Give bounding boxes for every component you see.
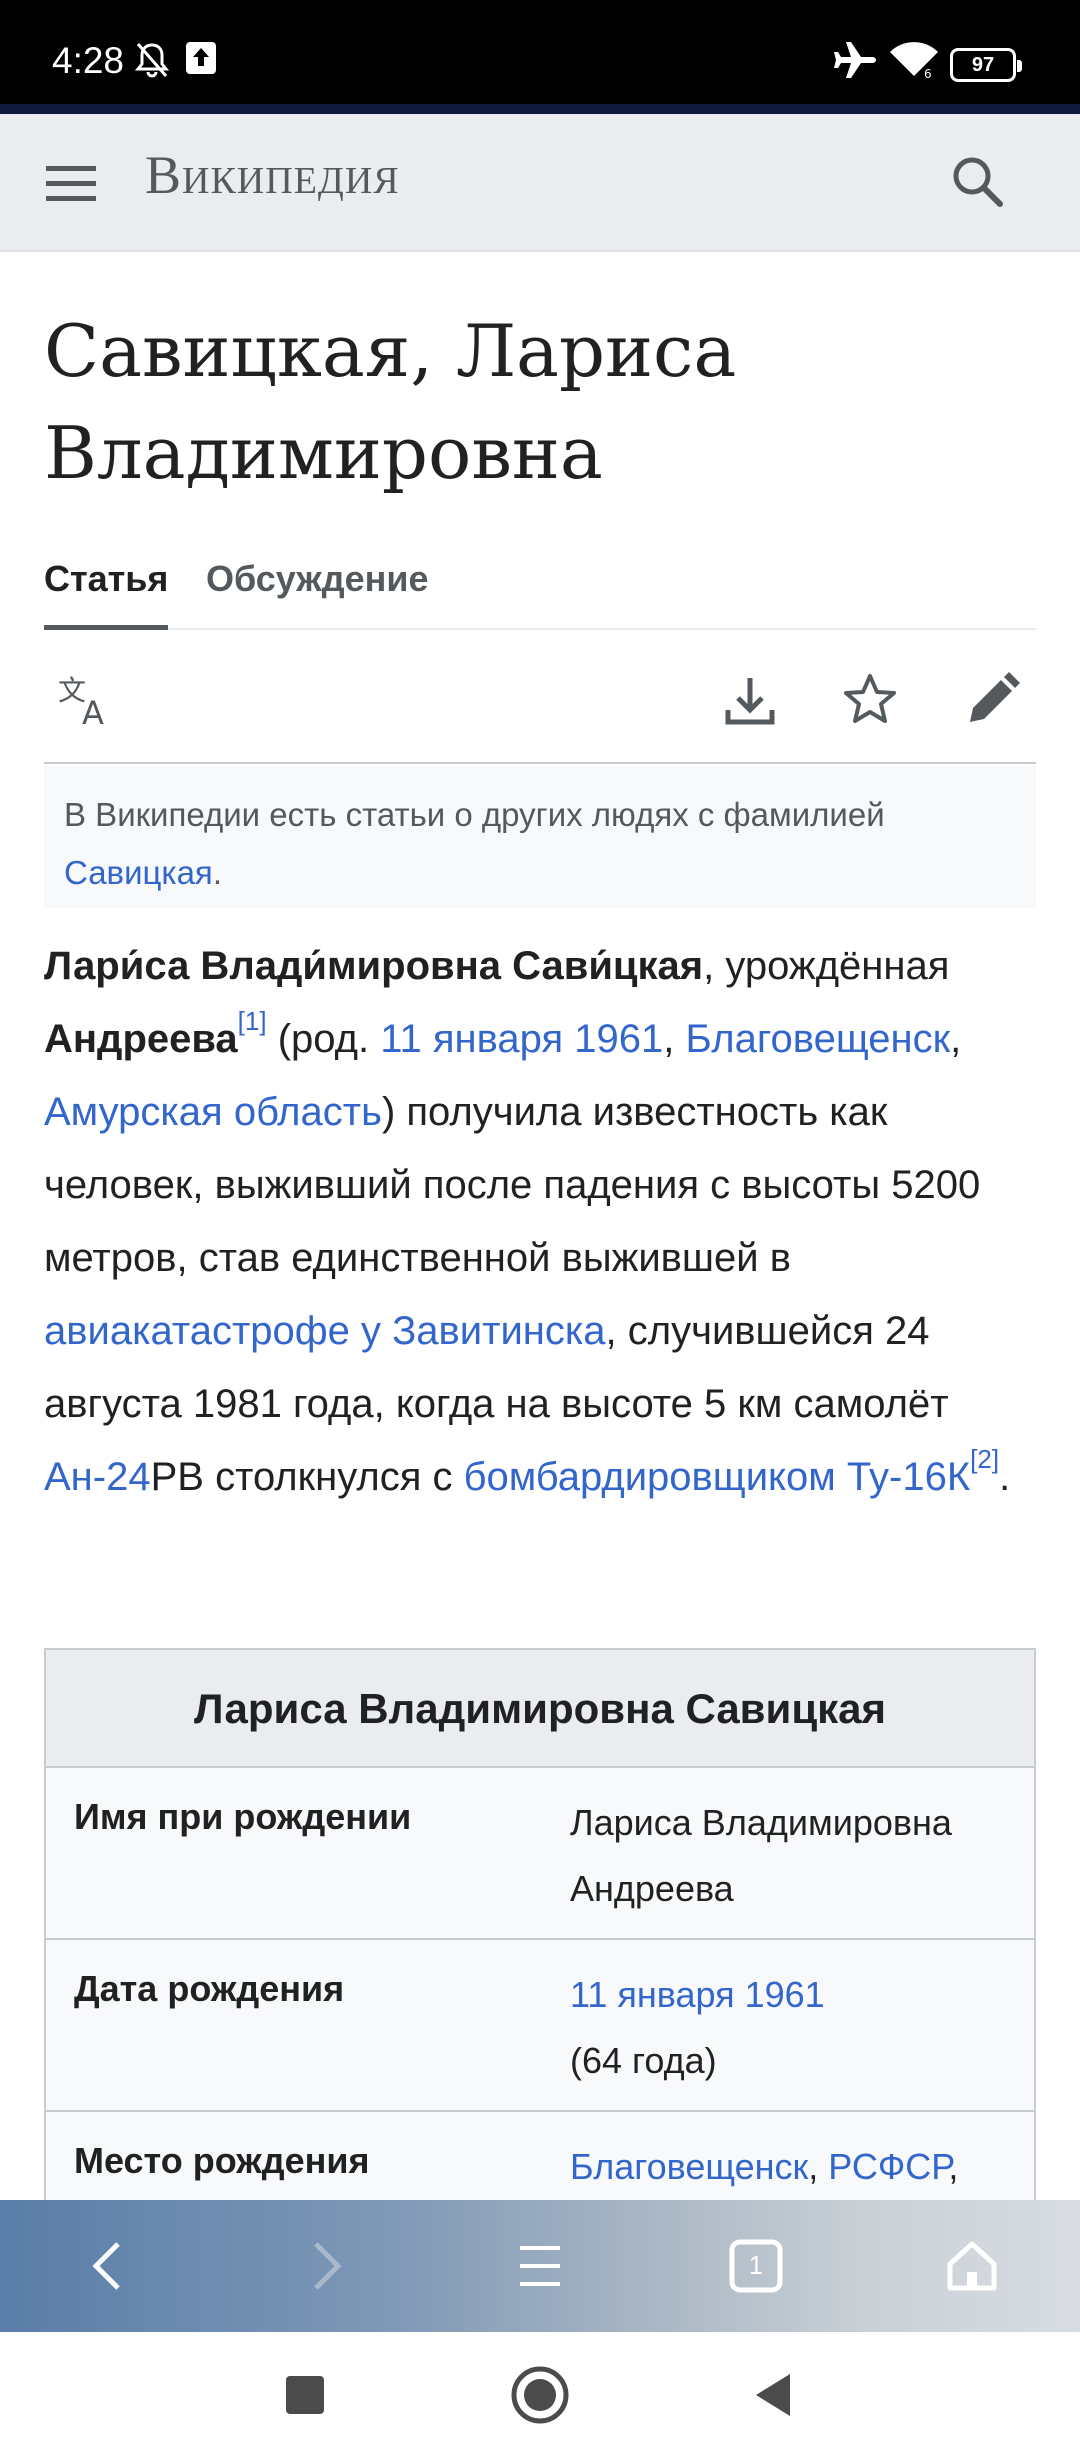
wikipedia-header: Википедия <box>0 114 1080 252</box>
system-nav-bar <box>0 2332 1080 2460</box>
home-icon[interactable] <box>936 2230 1008 2302</box>
status-time: 4:28 <box>52 40 125 81</box>
lead-birthname: Андреева <box>44 1017 238 1061</box>
lead-text: . <box>999 1455 1011 1499</box>
link-an24[interactable]: Ан-24 <box>44 1455 151 1499</box>
infobox-value: 11 января 1961 (64 года) <box>570 1962 1020 2094</box>
tab-article[interactable]: Статья <box>44 558 168 600</box>
infobox-value: Благовещенск, РСФСР, <box>570 2134 1020 2200</box>
page-title: Савицкая, Лариса Владимировна <box>44 309 737 495</box>
hatnote-link[interactable]: Савицкая <box>64 854 213 891</box>
infobox-label: Место рождения <box>74 2140 370 2181</box>
infobox-sep: , <box>808 2146 829 2187</box>
infobox-row-birth-date: Дата рождения 11 января 1961 (64 года) <box>46 1940 1034 2112</box>
active-tab-indicator <box>44 625 168 630</box>
link-tu16k[interactable]: бомбардировщиком Ту-16К <box>464 1455 971 1499</box>
recents-square-icon[interactable] <box>270 2360 340 2430</box>
airplane-icon <box>832 40 878 85</box>
status-bar: 4:28 6 97 <box>0 0 1080 110</box>
infobox-link-city[interactable]: Благовещенск <box>570 2146 808 2187</box>
infobox-title: Лариса Владимировна Савицкая <box>46 1650 1034 1768</box>
infobox-label: Дата рождения <box>74 1968 345 2009</box>
link-blagoveshchensk[interactable]: Благовещенск <box>685 1017 950 1061</box>
mute-bell-icon <box>132 40 172 85</box>
menu-icon[interactable] <box>44 158 98 208</box>
svg-text:A: A <box>82 694 104 730</box>
lead-text: (род. <box>266 1017 381 1061</box>
back-triangle-icon[interactable] <box>740 2360 810 2430</box>
svg-text:6: 6 <box>924 67 932 80</box>
infobox-sep: , <box>948 2146 959 2187</box>
search-icon[interactable] <box>948 152 1008 217</box>
download-icon[interactable] <box>720 670 780 730</box>
lead-text: , <box>950 1017 962 1061</box>
hamburger-menu-icon[interactable] <box>504 2230 576 2302</box>
accent-line <box>0 104 1080 114</box>
infobox-link-date[interactable]: 11 января 1961 <box>570 1974 825 2015</box>
reference-1[interactable]: [1] <box>238 1006 267 1036</box>
lead-name: Лари́са Влади́мировна Сави́цкая <box>44 944 704 988</box>
wifi-icon: 6 <box>888 40 940 85</box>
lead-text: , урождённая <box>703 944 950 988</box>
wikipedia-logo[interactable]: Википедия <box>145 144 400 206</box>
link-air-crash[interactable]: авиакатастрофе у Завитинска <box>44 1309 606 1353</box>
tab-count: 1 <box>748 2250 764 2280</box>
home-circle-icon[interactable] <box>505 2360 575 2430</box>
lead-text: РВ столкнулся с <box>150 1455 464 1499</box>
link-birth-date[interactable]: 11 января 1961 <box>380 1017 663 1061</box>
tabs-icon[interactable]: 1 <box>720 2230 792 2302</box>
reference-2[interactable]: [2] <box>970 1444 999 1474</box>
browser-toolbar: 1 <box>0 2200 1080 2332</box>
upload-icon <box>184 40 218 81</box>
tab-discussion[interactable]: Обсуждение <box>206 558 429 600</box>
article-tabs: Статья Обсуждение <box>44 550 1036 630</box>
lead-text: , <box>663 1017 686 1061</box>
infobox-row-birth-name: Имя при рождении Лариса Владимировна Анд… <box>46 1768 1034 1940</box>
infobox-label: Имя при рождении <box>74 1796 412 1837</box>
infobox-link-rsfsr[interactable]: РСФСР <box>828 2146 948 2187</box>
hatnote-text: В Википедии есть статьи о других людях с… <box>64 796 885 833</box>
hatnote-end: . <box>212 854 222 891</box>
page-actions: 文 A <box>44 640 1036 764</box>
infobox-value: Лариса Владимировна Андреева <box>570 1802 952 1909</box>
forward-arrow-icon[interactable] <box>288 2230 360 2302</box>
infobox-age: (64 года) <box>570 2040 717 2081</box>
back-arrow-icon[interactable] <box>74 2230 146 2302</box>
edit-pencil-icon[interactable] <box>962 670 1022 730</box>
star-icon[interactable] <box>840 670 900 730</box>
hatnote: В Википедии есть статьи о других людях с… <box>44 766 1036 908</box>
language-icon[interactable]: 文 A <box>56 670 116 732</box>
link-amur-oblast[interactable]: Амурская область <box>44 1090 382 1134</box>
battery-icon: 97 <box>950 48 1022 82</box>
lead-paragraph: Лари́са Влади́мировна Сави́цкая, урождён… <box>44 930 1044 1514</box>
